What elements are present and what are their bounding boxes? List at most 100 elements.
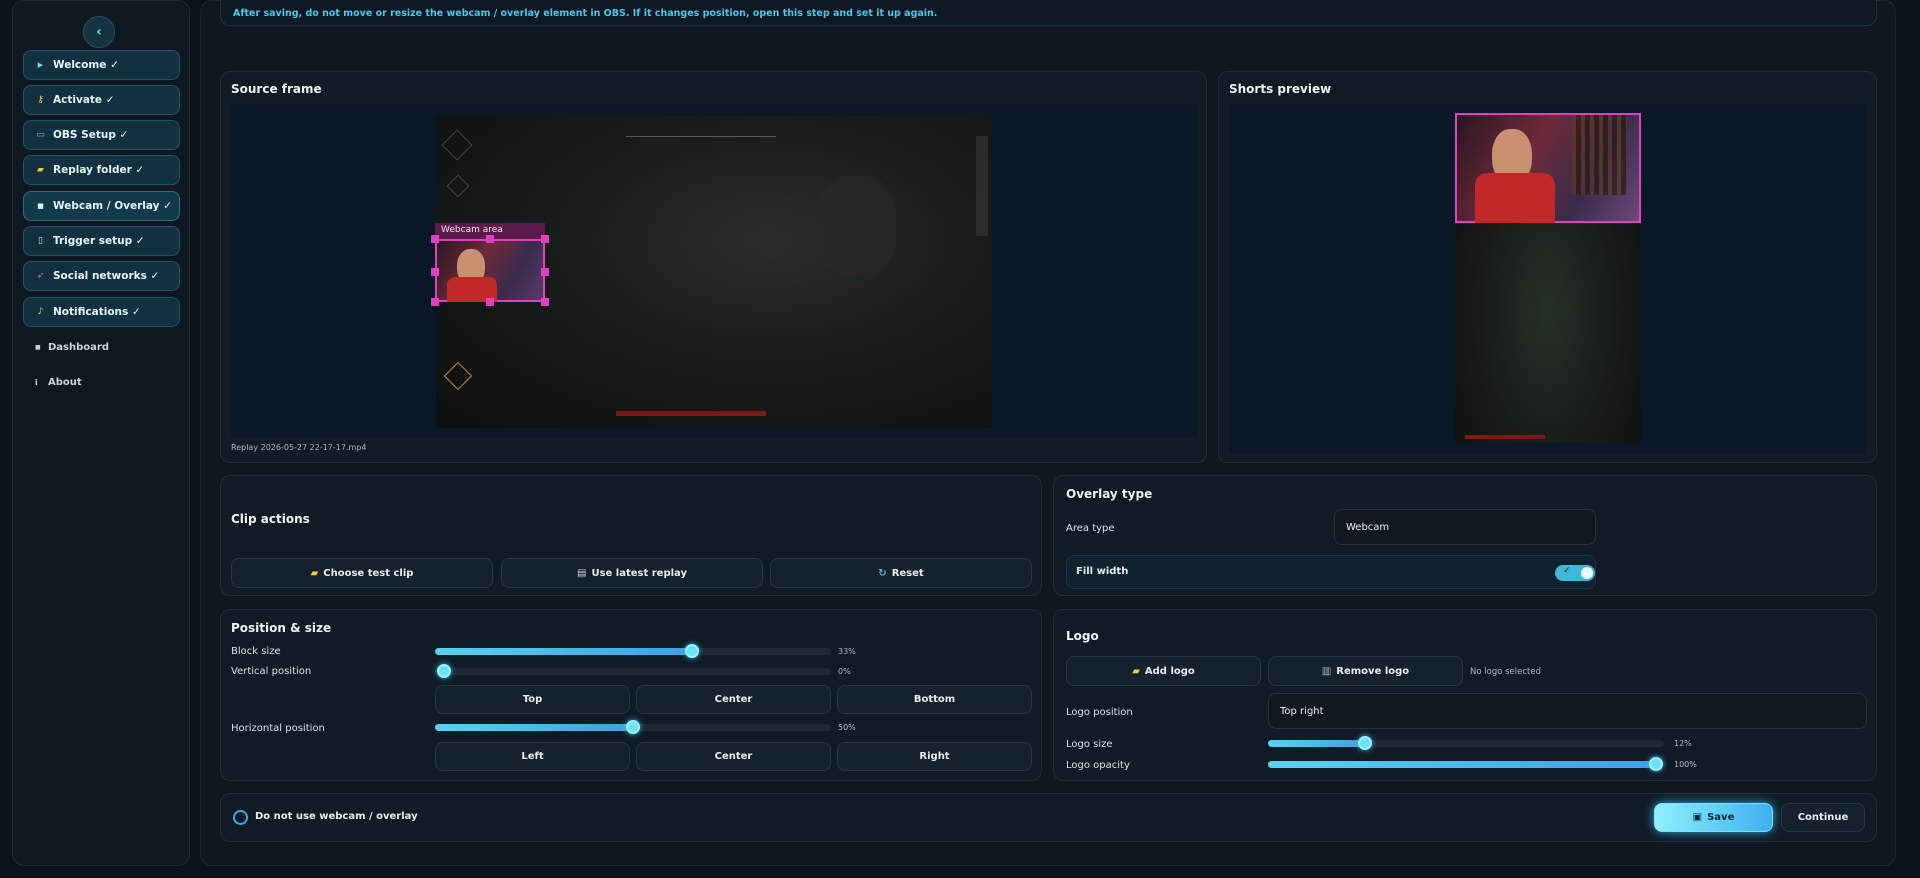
toggle-knob [1581, 567, 1593, 579]
sidebar-item-label: Dashboard [48, 342, 109, 353]
notice-banner: After saving, do not move or resize the … [220, 0, 1877, 26]
square-icon: ■ [35, 344, 41, 351]
sidebar-item-obs-setup[interactable]: ▭ OBS Setup ✓ [23, 120, 180, 150]
rocket-icon: ➶ [36, 271, 45, 281]
logo-panel: Logo ▰ Add logo ▥ Remove logo No logo se… [1053, 609, 1877, 781]
sidebar-item-notifications[interactable]: ♪ Notifications ✓ [23, 297, 180, 327]
fill-width-toggle[interactable]: ✓ [1555, 565, 1595, 581]
choose-test-clip-button[interactable]: ▰ Choose test clip [231, 558, 493, 588]
sidebar-item-about[interactable]: i About [35, 377, 82, 388]
sidebar-item-social-networks[interactable]: ➶ Social networks ✓ [23, 261, 180, 291]
button-label: Reset [891, 567, 924, 579]
streamer-shirt [1475, 173, 1555, 223]
center-horizontal-button[interactable]: Center [636, 742, 831, 771]
resize-handle[interactable] [431, 235, 439, 243]
right-button[interactable]: Right [837, 742, 1032, 771]
list-icon: ▤ [577, 567, 587, 579]
hud-diamond-icon [446, 174, 470, 198]
bottom-button[interactable]: Bottom [837, 685, 1032, 714]
left-button[interactable]: Left [435, 742, 630, 771]
slider-thumb[interactable] [1358, 736, 1372, 750]
logo-size-slider[interactable] [1268, 736, 1664, 750]
resize-handle[interactable] [431, 268, 439, 276]
slider-fill [435, 724, 633, 731]
sidebar-item-activate[interactable]: ⚷ Activate ✓ [23, 85, 180, 115]
collapse-sidebar-button[interactable]: ‹ [83, 16, 115, 48]
fill-width-label: Fill width [1076, 566, 1129, 577]
top-button[interactable]: Top [435, 685, 630, 714]
sidebar-item-replay-folder[interactable]: ▰ Replay folder ✓ [23, 155, 180, 185]
vertical-position-slider[interactable] [435, 664, 831, 678]
shorts-webcam-area [1455, 113, 1641, 223]
sidebar-item-label: OBS Setup ✓ [53, 129, 129, 141]
reset-button[interactable]: ↻ Reset [770, 558, 1032, 588]
logo-status: No logo selected [1470, 667, 1542, 677]
sidebar-item-label: Trigger setup ✓ [53, 235, 145, 247]
sidebar-item-label: Social networks ✓ [53, 270, 160, 282]
shorts-preview-title: Shorts preview [1229, 82, 1332, 96]
horizontal-position-slider[interactable] [435, 720, 831, 734]
footer-panel: Do not use webcam / overlay ▣ Save Conti… [220, 793, 1877, 842]
resize-handle[interactable] [486, 235, 494, 243]
no-webcam-label: Do not use webcam / overlay [255, 811, 418, 822]
add-logo-button[interactable]: ▰ Add logo [1066, 656, 1261, 686]
health-bar [616, 411, 766, 416]
webcam-area-box[interactable] [435, 239, 545, 302]
sidebar-item-label: Webcam / Overlay ✓ [53, 200, 172, 212]
bell-icon: ♪ [37, 307, 44, 317]
area-type-select[interactable]: Webcam [1334, 509, 1596, 545]
sidebar-item-webcam-overlay[interactable]: ■ Webcam / Overlay ✓ [23, 191, 180, 221]
hud-diamond-icon [441, 129, 473, 161]
key-icon: ⚷ [37, 95, 44, 105]
sidebar: ‹ ▶ Welcome ✓ ⚷ Activate ✓ ▭ OBS Setup ✓… [12, 0, 190, 866]
block-size-label: Block size [231, 646, 281, 657]
slider-thumb[interactable] [437, 664, 451, 678]
logo-opacity-value: 100% [1674, 760, 1697, 769]
square-icon: ■ [37, 202, 44, 210]
slider-thumb[interactable] [626, 720, 640, 734]
block-size-slider[interactable] [435, 644, 831, 658]
position-size-panel: Position & size Block size 33% Vertical … [220, 609, 1042, 781]
check-icon: ✓ [1563, 566, 1571, 576]
hud-compass [626, 136, 776, 137]
vertical-position-label: Vertical position [231, 666, 312, 677]
area-type-label: Area type [1066, 523, 1115, 534]
position-size-title: Position & size [231, 621, 332, 635]
sidebar-item-label: Welcome ✓ [53, 59, 119, 71]
logo-position-label: Logo position [1066, 707, 1133, 718]
resize-handle[interactable] [486, 298, 494, 306]
logo-opacity-slider[interactable] [1268, 757, 1664, 771]
resize-handle[interactable] [541, 298, 549, 306]
no-webcam-checkbox[interactable] [233, 810, 248, 825]
save-button[interactable]: ▣ Save [1654, 803, 1773, 832]
slider-fill [1268, 761, 1656, 768]
use-latest-replay-button[interactable]: ▤ Use latest replay [501, 558, 763, 588]
sidebar-item-dashboard[interactable]: ■ Dashboard [35, 342, 109, 353]
sidebar-item-trigger-setup[interactable]: ▯ Trigger setup ✓ [23, 226, 180, 256]
slider-fill [1268, 740, 1365, 747]
overlay-type-panel: Overlay type Area type Webcam Fill width… [1053, 475, 1877, 596]
sidebar-item-label: Replay folder ✓ [53, 164, 145, 176]
health-bar [1465, 435, 1545, 439]
resize-handle[interactable] [541, 268, 549, 276]
slider-thumb[interactable] [1649, 757, 1663, 771]
scene-edge [976, 136, 988, 236]
source-filename: Replay 2026-05-27 22-17-17.mp4 [231, 443, 367, 452]
button-label: Use latest replay [591, 567, 687, 579]
computer-icon: ▭ [36, 130, 45, 140]
slider-fill [435, 648, 691, 655]
resize-handle[interactable] [541, 235, 549, 243]
sidebar-item-welcome[interactable]: ▶ Welcome ✓ [23, 50, 180, 80]
source-preview-area: Webcam area [231, 104, 1197, 438]
refresh-icon: ↻ [878, 567, 887, 579]
hud-diamond-icon [443, 361, 473, 391]
resize-handle[interactable] [431, 298, 439, 306]
button-label: Choose test clip [323, 567, 414, 579]
logo-title: Logo [1066, 629, 1099, 643]
webcam-area-label: Webcam area [441, 225, 503, 235]
center-vertical-button[interactable]: Center [636, 685, 831, 714]
continue-button[interactable]: Continue [1781, 803, 1865, 832]
slider-thumb[interactable] [685, 644, 699, 658]
remove-logo-button[interactable]: ▥ Remove logo [1268, 656, 1463, 686]
logo-position-select[interactable]: Top right [1268, 693, 1867, 729]
